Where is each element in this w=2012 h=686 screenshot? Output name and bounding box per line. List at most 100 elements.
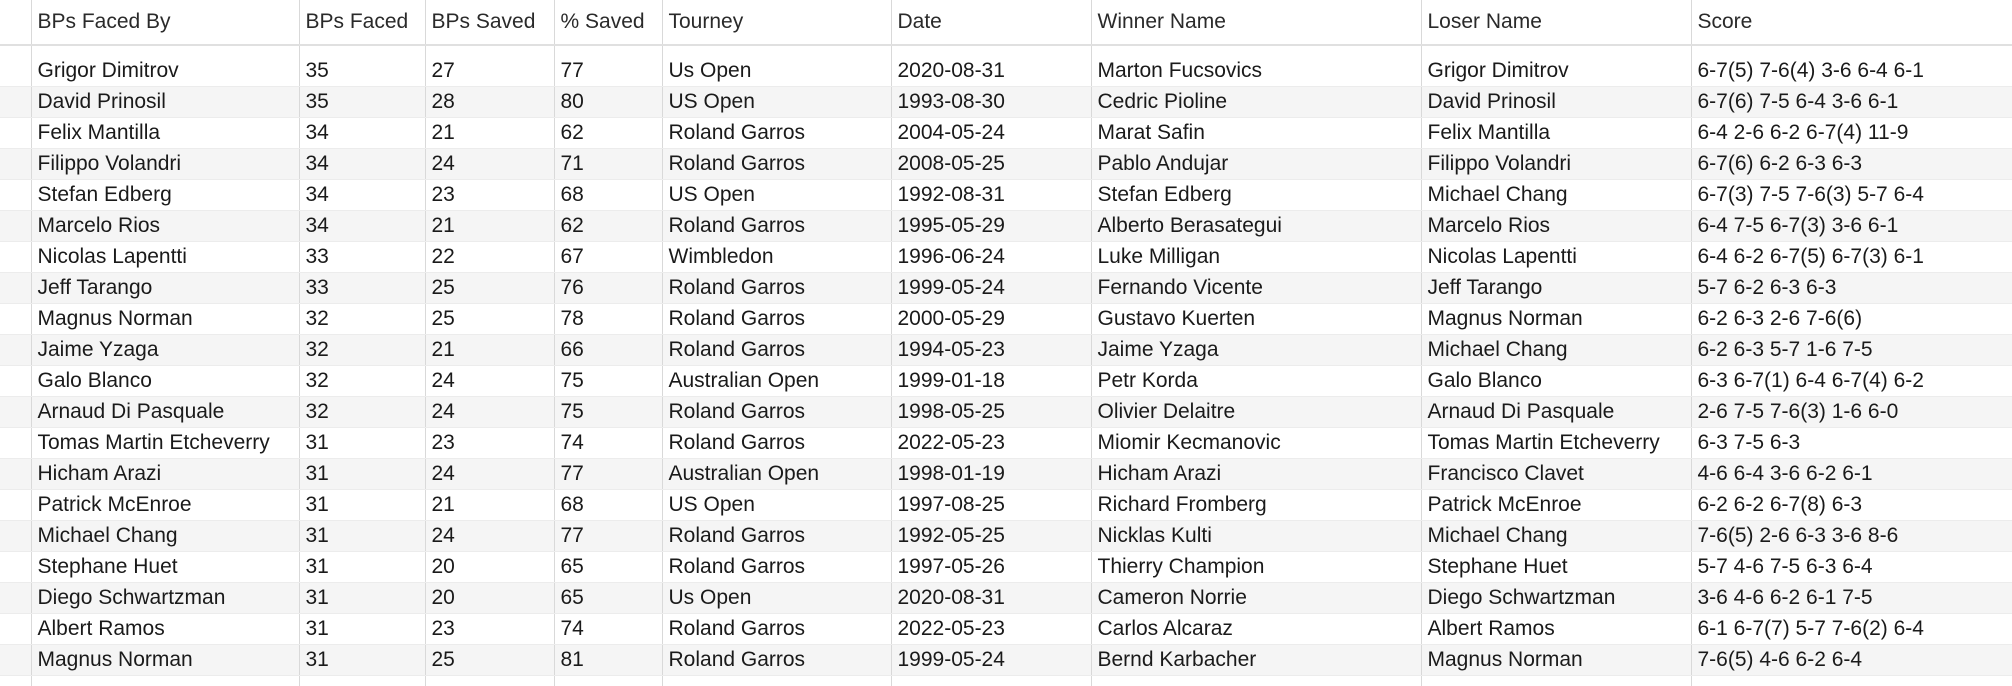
table-row[interactable]: Filippo Volandri 34 24 71 Roland Garros 2008-… <box>0 148 2012 180</box>
cell-bps-saved[interactable]: 24 <box>424 396 554 428</box>
cell-bps-saved[interactable]: 21 <box>424 117 554 149</box>
cell-tourney[interactable]: Roland Garros <box>661 396 891 428</box>
cell-bps-faced-by[interactable]: Diego Schwartzman <box>30 582 299 614</box>
cell-winner-name[interactable]: Thierry Champion <box>1090 551 1421 583</box>
cell-bps-faced-by[interactable]: Felix Mantilla <box>30 117 299 149</box>
table-row[interactable]: David Prinosil 35 28 80 US Open 1993-08-30 Ced… <box>0 86 2012 118</box>
cell-bps-saved[interactable]: 25 <box>424 272 554 304</box>
cell-loser-name[interactable]: Patrick McEnroe <box>1420 489 1691 521</box>
table-row[interactable]: Arnaud Di Pasquale 32 24 75 Roland Garros 199… <box>0 396 2012 428</box>
cell-bps-saved[interactable]: 27 <box>424 56 554 87</box>
cell-pct-saved[interactable]: 71 <box>553 148 662 180</box>
cell-pct-saved[interactable]: 75 <box>553 396 662 428</box>
cell-date[interactable]: 1997-05-26 <box>890 551 1091 583</box>
cell-winner-name[interactable]: Richard Fromberg <box>1090 489 1421 521</box>
cell-loser-name[interactable]: Magnus Norman <box>1420 644 1691 676</box>
cell-loser-name[interactable]: Nicolas Lapentti <box>1420 241 1691 273</box>
cell-pct-saved[interactable]: 77 <box>553 520 662 552</box>
cell-bps-saved[interactable]: 24 <box>424 148 554 180</box>
cell-tourney[interactable]: US Open <box>661 489 891 521</box>
cell-loser-name[interactable]: Filippo Volandri <box>1420 148 1691 180</box>
cell-bps-saved[interactable]: 28 <box>424 86 554 118</box>
table-row[interactable]: Magnus Norman 32 25 78 Roland Garros 2000-05-… <box>0 303 2012 335</box>
cell-score[interactable]: 6-2 6-3 2-6 7-6(6) <box>1690 303 2012 335</box>
cell-tourney[interactable]: Roland Garros <box>661 334 891 366</box>
cell-pct-saved[interactable]: 65 <box>553 551 662 583</box>
cell-bps-faced[interactable]: 32 <box>298 365 425 397</box>
cell-winner-name[interactable]: Gustavo Kuerten <box>1090 303 1421 335</box>
cell-pct-saved[interactable]: 74 <box>553 427 662 459</box>
cell-pct-saved[interactable]: 75 <box>553 365 662 397</box>
column-header-loser-name[interactable]: Loser Name <box>1420 0 1691 46</box>
cell-date[interactable]: 1996-06-24 <box>890 241 1091 273</box>
cell-date[interactable]: 1998-05-25 <box>890 396 1091 428</box>
cell-date[interactable]: 2020-08-31 <box>890 582 1091 614</box>
cell-loser-name[interactable]: Galo Blanco <box>1420 365 1691 397</box>
table-row[interactable]: Jaime Yzaga 32 21 66 Roland Garros 1994-05-23… <box>0 334 2012 366</box>
cell-bps-faced-by[interactable]: Hicham Arazi <box>30 458 299 490</box>
cell-bps-faced-by[interactable]: Magnus Norman <box>30 303 299 335</box>
cell-score[interactable]: 6-2 6-3 5-7 1-6 7-5 <box>1690 334 2012 366</box>
cell-loser-name[interactable]: Diego Schwartzman <box>1420 582 1691 614</box>
cell-date[interactable]: 1993-08-30 <box>890 86 1091 118</box>
cell-winner-name[interactable]: Hicham Arazi <box>1090 458 1421 490</box>
cell-winner-name[interactable]: Miomir Kecmanovic <box>1090 427 1421 459</box>
cell-score[interactable]: 6-7(3) 7-5 7-6(3) 5-7 6-4 <box>1690 179 2012 211</box>
cell-bps-faced[interactable]: 31 <box>298 582 425 614</box>
cell-date[interactable]: 1999-05-24 <box>890 644 1091 676</box>
table-row[interactable]: Grigor Dimitrov 35 27 77 Us Open 2020-08-31 Ma… <box>0 56 2012 87</box>
cell-winner-name[interactable]: Pablo Andujar <box>1090 148 1421 180</box>
cell-bps-faced[interactable]: 35 <box>298 56 425 87</box>
cell-bps-saved[interactable]: 23 <box>424 427 554 459</box>
cell-date[interactable]: 2000-05-29 <box>890 303 1091 335</box>
cell-score[interactable]: 6-4 2-6 6-2 6-7(4) 11-9 <box>1690 117 2012 149</box>
cell-winner-name[interactable]: Marton Fucsovics <box>1090 56 1421 87</box>
cell-bps-faced[interactable]: 31 <box>298 613 425 645</box>
column-header-bps-faced-by[interactable]: BPs Faced By <box>30 0 299 46</box>
cell-tourney[interactable]: Roland Garros <box>661 520 891 552</box>
table-row[interactable]: Marcelo Rios 34 21 62 Roland Garros 1995-05-2… <box>0 210 2012 242</box>
table-row[interactable]: Albert Ramos 31 23 74 Roland Garros 2022-05-2… <box>0 613 2012 645</box>
cell-bps-faced-by[interactable]: Filippo Volandri <box>30 148 299 180</box>
cell-bps-faced-by[interactable]: Grigor Dimitrov <box>30 56 299 87</box>
cell-loser-name[interactable]: Michael Chang <box>1420 334 1691 366</box>
cell-bps-saved[interactable]: 22 <box>424 241 554 273</box>
cell-score[interactable]: 6-4 7-5 6-7(3) 3-6 6-1 <box>1690 210 2012 242</box>
cell-pct-saved[interactable]: 77 <box>553 458 662 490</box>
column-header-score[interactable]: Score <box>1690 0 2012 46</box>
cell-loser-name[interactable]: Felix Mantilla <box>1420 117 1691 149</box>
cell-date[interactable]: 1997-08-25 <box>890 489 1091 521</box>
cell-pct-saved[interactable]: 81 <box>553 644 662 676</box>
table-row[interactable]: Michael Chang 31 24 77 Roland Garros 1992-05-… <box>0 520 2012 552</box>
cell-bps-faced[interactable]: 34 <box>298 210 425 242</box>
cell-pct-saved[interactable]: 78 <box>553 303 662 335</box>
cell-bps-faced-by[interactable]: Marcelo Rios <box>30 210 299 242</box>
cell-bps-faced-by[interactable]: Arnaud Di Pasquale <box>30 396 299 428</box>
cell-tourney[interactable]: Roland Garros <box>661 303 891 335</box>
cell-tourney[interactable]: Roland Garros <box>661 551 891 583</box>
cell-bps-faced-by[interactable]: Galo Blanco <box>30 365 299 397</box>
cell-tourney[interactable]: Roland Garros <box>661 272 891 304</box>
cell-score[interactable]: 7-6(5) 4-6 6-2 6-4 <box>1690 644 2012 676</box>
table-row[interactable]: Jeff Tarango 33 25 76 Roland Garros 1999-05-2… <box>0 272 2012 304</box>
cell-score[interactable]: 6-7(5) 7-6(4) 3-6 6-4 6-1 <box>1690 56 2012 87</box>
cell-bps-faced-by[interactable]: David Prinosil <box>30 86 299 118</box>
cell-date[interactable]: 2022-05-23 <box>890 427 1091 459</box>
cell-loser-name[interactable]: Stephane Huet <box>1420 551 1691 583</box>
cell-tourney[interactable]: US Open <box>661 86 891 118</box>
cell-winner-name[interactable]: Luke Milligan <box>1090 241 1421 273</box>
cell-bps-faced[interactable]: 33 <box>298 241 425 273</box>
table-row[interactable]: Felix Mantilla 34 21 62 Roland Garros 2004-05… <box>0 117 2012 149</box>
cell-bps-saved[interactable]: 24 <box>424 365 554 397</box>
cell-date[interactable]: 2004-05-24 <box>890 117 1091 149</box>
table-row[interactable]: Nicolas Lapentti 33 22 67 Wimbledon 1996-06-2… <box>0 241 2012 273</box>
cell-score[interactable]: 5-7 6-2 6-3 6-3 <box>1690 272 2012 304</box>
cell-tourney[interactable]: US Open <box>661 179 891 211</box>
cell-bps-faced[interactable]: 31 <box>298 520 425 552</box>
cell-pct-saved[interactable]: 80 <box>553 86 662 118</box>
cell-date[interactable]: 2008-05-25 <box>890 148 1091 180</box>
cell-bps-faced[interactable]: 33 <box>298 272 425 304</box>
cell-winner-name[interactable]: Olivier Delaitre <box>1090 396 1421 428</box>
cell-pct-saved[interactable]: 65 <box>553 582 662 614</box>
cell-date[interactable]: 1999-05-24 <box>890 272 1091 304</box>
